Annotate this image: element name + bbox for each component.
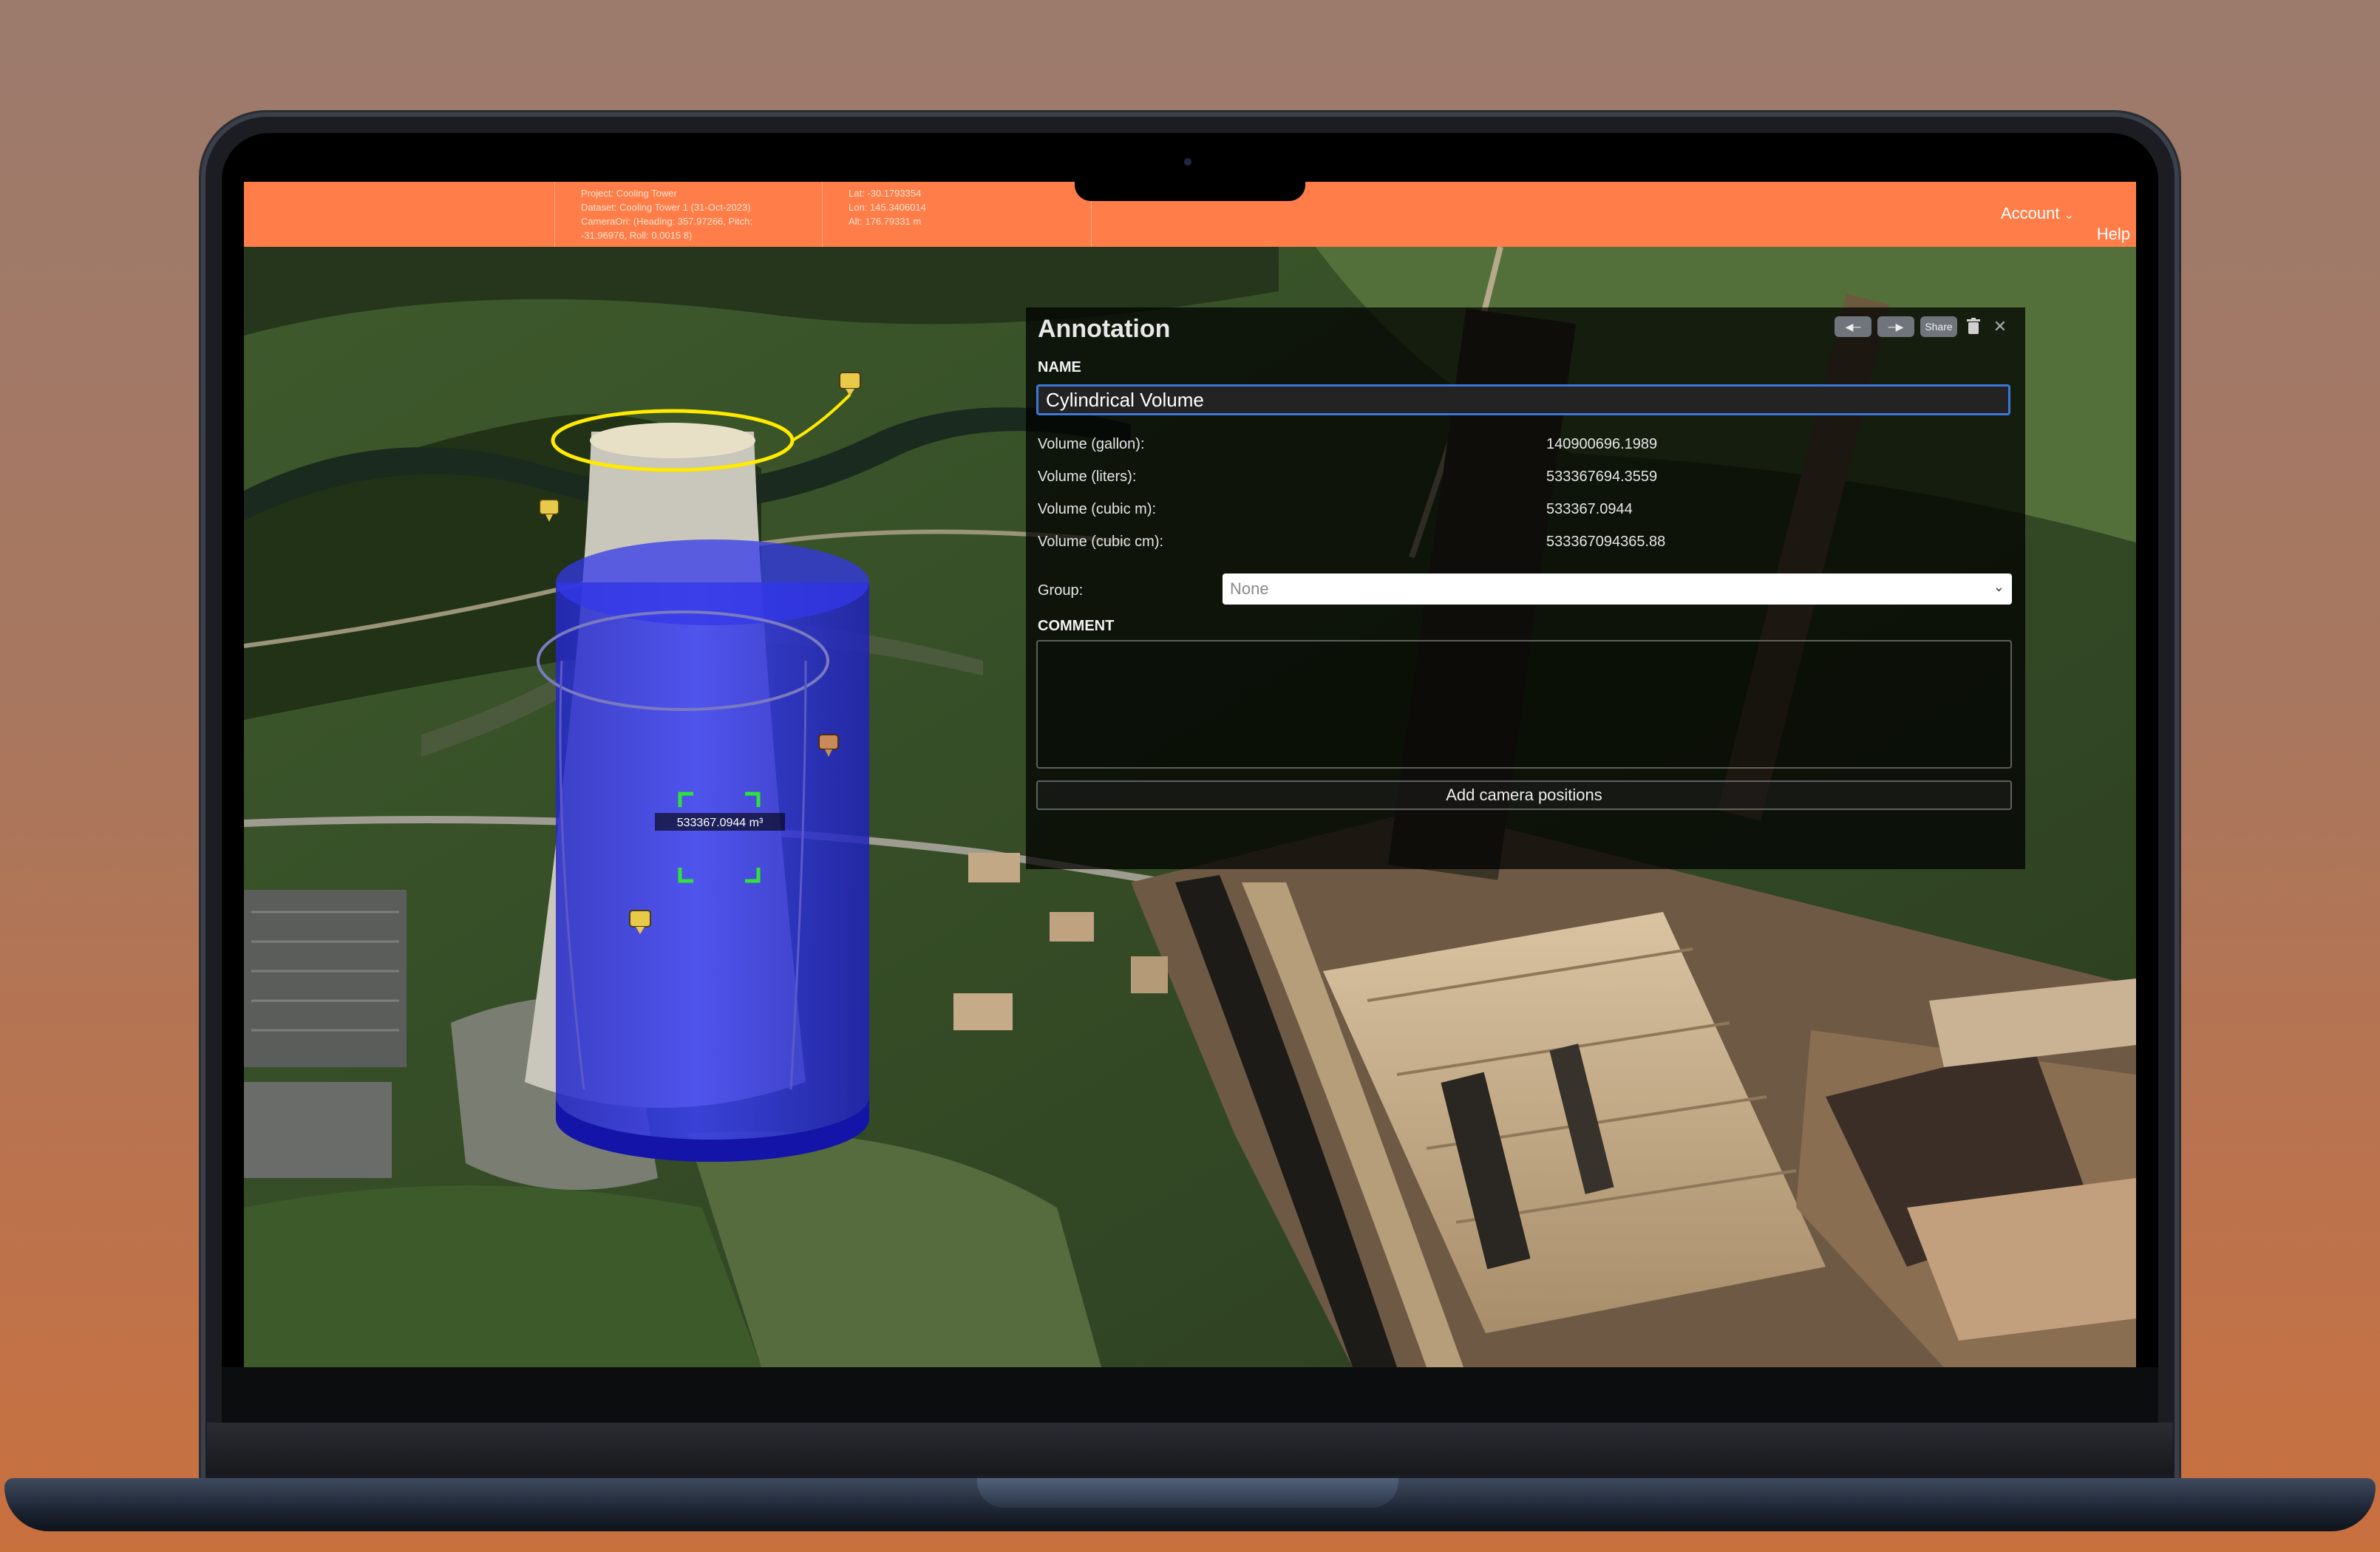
volume-label: Volume (gallon): [1038, 436, 1145, 452]
coordinates-info: Lat: -30.1793354 Lon: 145.3406014 Alt: 1… [849, 188, 926, 227]
volume-value: 140900696.1989 [1546, 436, 1658, 452]
trash-icon [1967, 318, 1980, 334]
app-screen: Project: Cooling Tower Dataset: Cooling … [244, 182, 2136, 1367]
prev-icon: ◀─ [1845, 320, 1861, 333]
hinge [207, 1423, 2173, 1474]
volume-value: 533367694.3559 [1546, 469, 1658, 485]
add-camera-positions-button[interactable]: Add camera positions [1036, 780, 2012, 810]
lid-opening-notch [977, 1478, 1398, 1508]
group-selected-value: None [1230, 579, 1269, 598]
annotation-panel: Annotation ◀─ ─▶ Share ✕ NAME V [1026, 307, 2025, 869]
panel-toolbar: ◀─ ─▶ Share ✕ [1835, 316, 2010, 337]
volume-value: 533367094365.88 [1546, 534, 1666, 550]
help-link[interactable]: Help [2097, 225, 2130, 244]
next-button[interactable]: ─▶ [1877, 316, 1914, 337]
delete-button[interactable] [1963, 316, 1984, 337]
group-label: Group: [1038, 582, 1084, 599]
chevron-down-icon: ⌄ [1993, 579, 2005, 594]
group-select[interactable]: None ⌄ [1223, 574, 2012, 605]
close-button[interactable]: ✕ [1990, 316, 2010, 337]
name-label: NAME [1038, 359, 1081, 375]
next-icon: ─▶ [1888, 320, 1904, 333]
panel-title: Annotation [1038, 315, 1171, 343]
chevron-down-icon: ⌄ [2064, 209, 2074, 222]
webcam [1184, 158, 1191, 166]
comment-label: COMMENT [1038, 618, 1115, 634]
account-label: Account [2000, 204, 2060, 222]
divider [554, 182, 555, 247]
divider [822, 182, 823, 247]
volume-label: Volume (cubic cm): [1038, 534, 1164, 550]
project-info: Project: Cooling Tower Dataset: Cooling … [581, 188, 752, 241]
volume-value: 533367.0944 [1546, 501, 1633, 517]
name-input[interactable] [1036, 384, 2010, 415]
close-icon: ✕ [1993, 317, 2007, 336]
prev-button[interactable]: ◀─ [1835, 316, 1871, 337]
share-button[interactable]: Share [1920, 316, 1957, 337]
measure-label: 533367.0944 m³ [677, 817, 764, 829]
account-menu[interactable]: Account ⌄ [2001, 204, 2074, 223]
volume-label: Volume (liters): [1038, 469, 1137, 485]
comment-textarea[interactable] [1036, 640, 2012, 769]
volume-label: Volume (cubic m): [1038, 501, 1157, 517]
camera-notch [1075, 148, 1305, 201]
